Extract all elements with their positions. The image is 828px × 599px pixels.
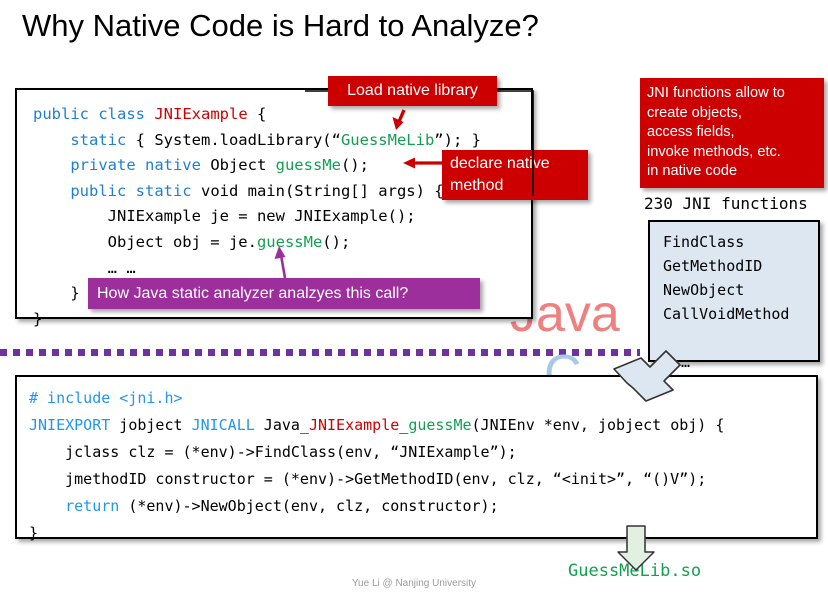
- java-l1-keyword: public class: [33, 105, 155, 123]
- java-l2-libstring: GuessMeLib: [340, 130, 435, 149]
- java-l3-keyword: private native: [70, 156, 201, 175]
- c-l2-prefix: Java_: [254, 416, 309, 434]
- c-l5-return-keyword: return: [65, 497, 120, 515]
- java-l6-pre: Object obj = je.: [107, 232, 257, 251]
- c-l2-classname: JNIExample: [308, 416, 400, 434]
- c-l2-underscore: _: [399, 416, 409, 434]
- java-l4-rest: void main(String[] args) {: [191, 181, 444, 200]
- java-l5: JNIExample je = new JNIExample();: [107, 207, 416, 226]
- c-l1-include: # include <jni.h>: [29, 389, 183, 407]
- java-l2-end: ”); }: [434, 130, 481, 149]
- c-source-code: # include <jni.h> JNIEXPORT jobject JNIC…: [29, 385, 724, 547]
- c-l2-method: guessMe: [408, 416, 472, 434]
- java-l9-brace: }: [33, 309, 43, 328]
- c-l2-jnicall: JNICALL: [191, 416, 255, 434]
- c-l3-findclass: jclass clz = (*env)->FindClass(env, “JNI…: [65, 443, 517, 461]
- java-l3-mid: Object: [200, 156, 276, 175]
- c-l2-rettype: jobject: [110, 416, 192, 434]
- java-l3-end: ();: [340, 156, 369, 175]
- jni-function-list: FindClass GetMethodID NewObject CallVoid…: [663, 233, 790, 371]
- slide-canvas: Why Native Code is Hard to Analyze? Java…: [0, 0, 828, 599]
- java-l6-end: ();: [322, 232, 351, 251]
- java-l3-method: guessMe: [275, 156, 341, 175]
- callout-analyzer-question: How Java static analyzer analzyes this c…: [88, 278, 480, 309]
- java-l1-classname: JNIExample: [154, 105, 248, 123]
- java-l8-brace: }: [70, 284, 80, 303]
- callout-declare-native-method: declare native method: [442, 150, 588, 200]
- jni-function-list-box: FindClass GetMethodID NewObject CallVoid…: [648, 220, 820, 371]
- c-l6-brace: }: [29, 524, 39, 542]
- java-l1-brace: {: [247, 105, 267, 123]
- c-l5-newobject: (*env)->NewObject(env, clz, constructor)…: [119, 497, 499, 515]
- callout-jni-functions-description: JNI functions allow to create objects, a…: [640, 78, 824, 188]
- java-l2-keyword: static: [70, 130, 127, 149]
- c-l4-getmethodid: jmethodID constructor = (*env)->GetMetho…: [65, 470, 707, 488]
- c-code-box: # include <jni.h> JNIEXPORT jobject JNIC…: [15, 375, 818, 542]
- c-l2-jniexport: JNIEXPORT: [29, 416, 111, 434]
- java-l7-ellipsis: … …: [107, 258, 136, 277]
- c-l2-params: (JNIEnv *env, jobject obj) {: [471, 416, 725, 434]
- java-l4-keyword: public static: [70, 181, 192, 200]
- java-l2-mid: { System.loadLibrary(“: [126, 130, 341, 149]
- callout-load-native-library: Load native library: [328, 76, 497, 106]
- jni-function-count-label: 230 JNI functions: [644, 194, 808, 213]
- slide-footer: Yue Li @ Nanjing University: [351, 578, 477, 589]
- java-l6-method: guessMe: [256, 232, 323, 251]
- page-title: Why Native Code is Hard to Analyze?: [22, 8, 539, 43]
